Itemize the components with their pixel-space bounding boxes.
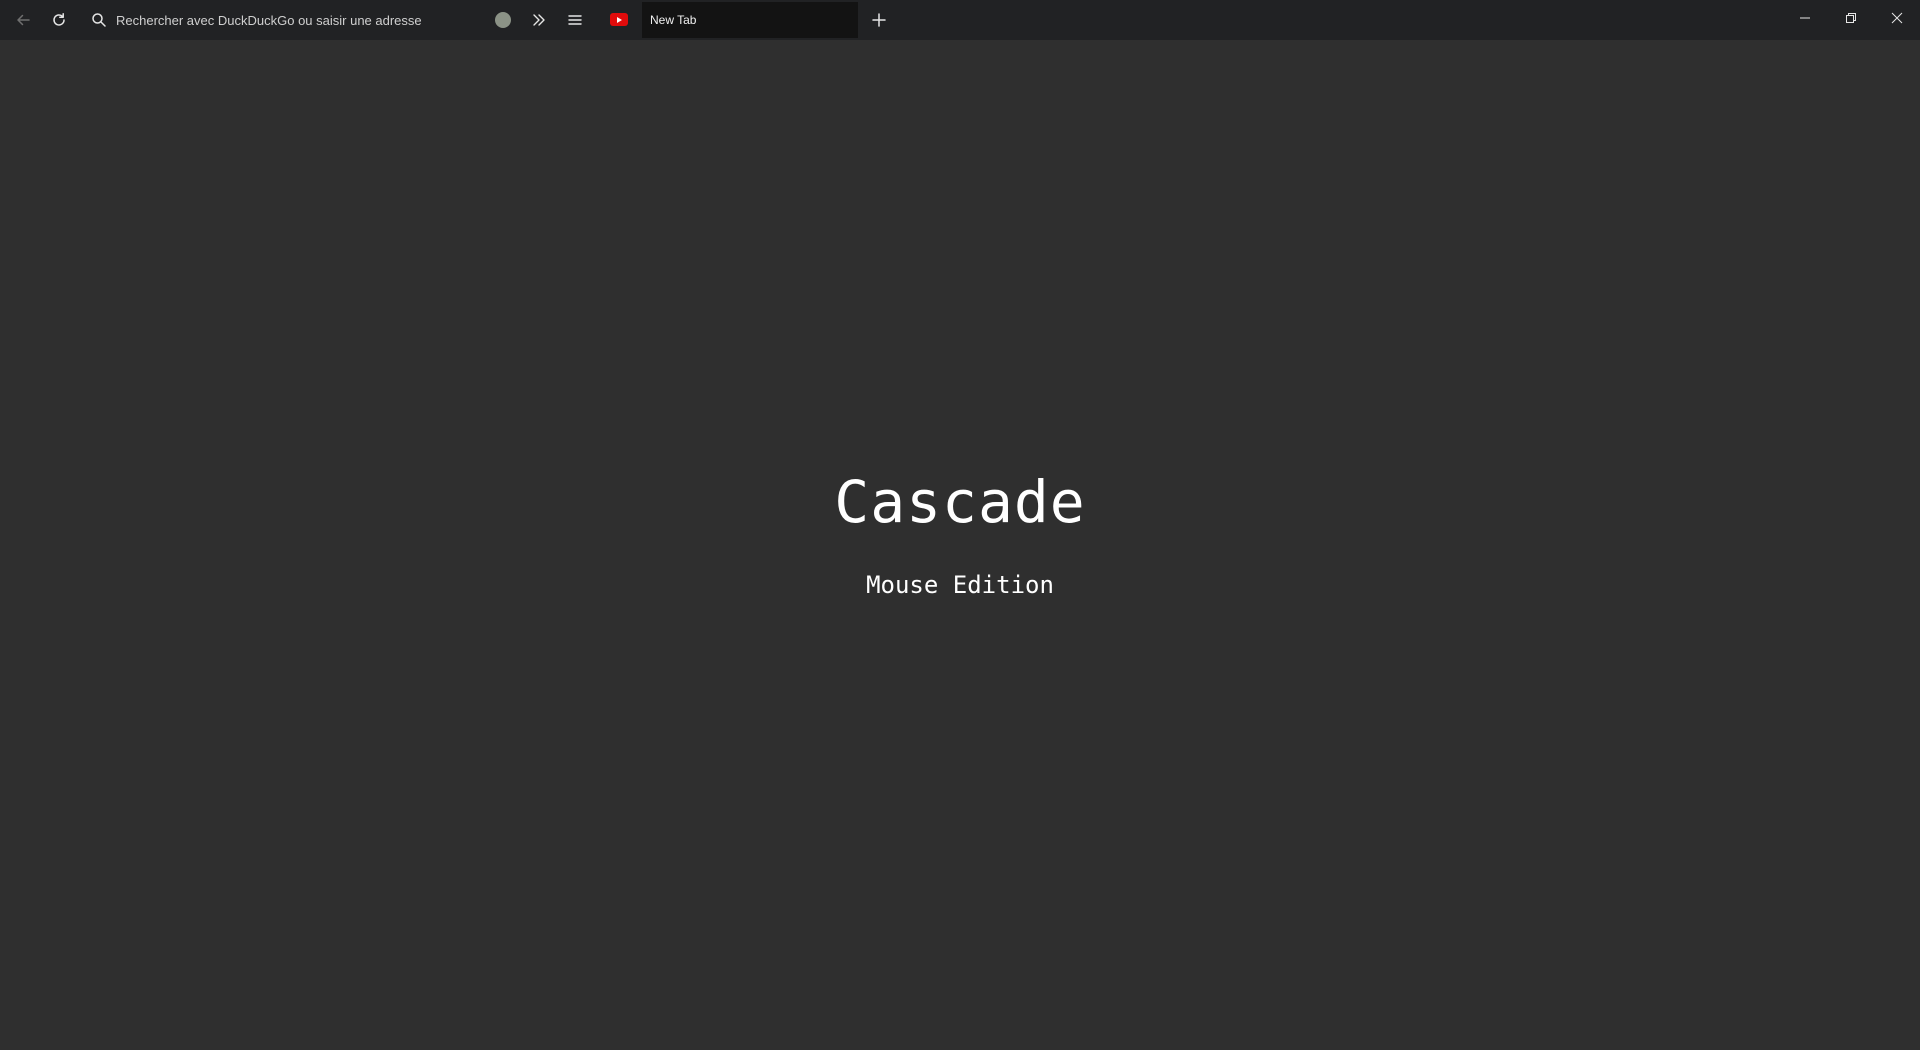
- browser-toolbar: New Tab: [0, 0, 1920, 40]
- close-button[interactable]: [1874, 0, 1920, 40]
- status-dot-icon[interactable]: [495, 12, 511, 28]
- reload-icon: [51, 12, 67, 28]
- double-chevron-right-icon: [531, 12, 547, 28]
- tab-new-tab[interactable]: New Tab: [642, 2, 858, 38]
- address-input[interactable]: [112, 0, 476, 40]
- page-subtitle: Mouse Edition: [866, 571, 1054, 599]
- reload-button[interactable]: [41, 0, 77, 40]
- page-title: Cascade: [834, 468, 1086, 536]
- page-content: Cascade Mouse Edition: [0, 40, 1920, 1050]
- restore-button[interactable]: [1828, 0, 1874, 40]
- search-icon: [86, 0, 112, 40]
- close-icon: [1891, 11, 1903, 29]
- new-tab-button[interactable]: [861, 0, 897, 40]
- restore-icon: [1845, 11, 1857, 29]
- hamburger-menu-icon: [568, 13, 582, 27]
- tab-label: New Tab: [650, 13, 697, 27]
- back-button[interactable]: [5, 0, 41, 40]
- plus-icon: [872, 13, 886, 27]
- minimize-button[interactable]: [1782, 0, 1828, 40]
- minimize-icon: [1799, 11, 1811, 29]
- menu-button[interactable]: [557, 0, 593, 40]
- overflow-button[interactable]: [521, 0, 557, 40]
- youtube-icon[interactable]: [610, 13, 628, 26]
- arrow-left-icon: [15, 12, 31, 28]
- address-bar[interactable]: [86, 0, 486, 40]
